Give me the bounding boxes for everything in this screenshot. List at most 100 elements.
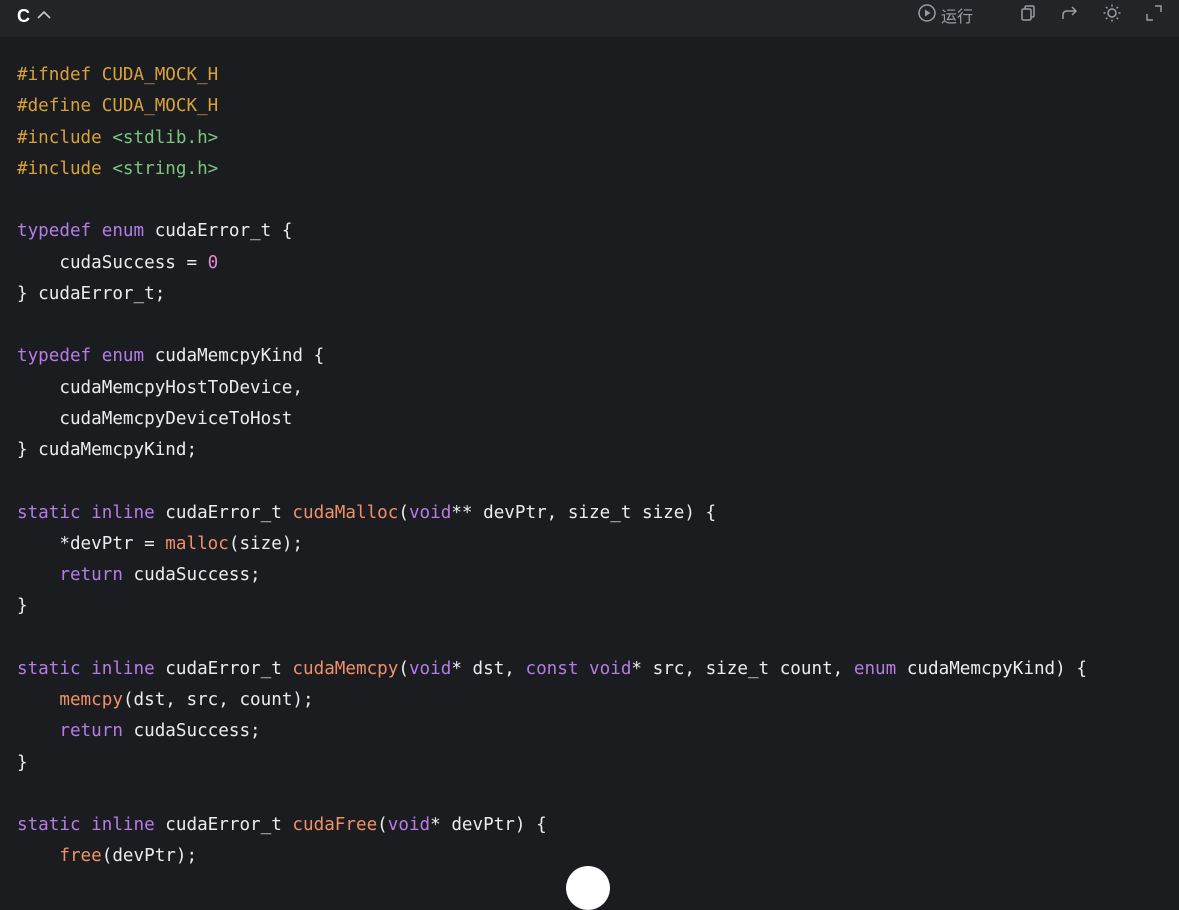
code-token: typedef <box>17 346 92 367</box>
code-line: #define CUDA_MOCK_H <box>17 91 1087 122</box>
code-content: #ifndef CUDA_MOCK_H #define CUDA_MOCK_H #i… <box>17 60 1087 873</box>
code-token: <stdlib.h> <box>112 127 219 148</box>
code-token: 0 <box>207 252 219 273</box>
code-token: *devPtr = <box>17 533 166 554</box>
code-line: } cudaMemcpyKind; <box>17 435 1087 466</box>
code-token: const <box>525 658 579 679</box>
code-token: return <box>59 565 123 585</box>
code-token: free <box>59 846 102 867</box>
code-token: cudaSuccess = <box>17 252 208 273</box>
language-label: C <box>17 6 30 26</box>
code-token: #ifndef <box>17 65 102 85</box>
chevron-up-icon[interactable] <box>35 7 53 21</box>
code-token: } <box>17 752 28 773</box>
code-line: static inline cudaError_t cudaFree(void*… <box>17 810 1087 841</box>
code-token: cudaFree <box>292 815 378 835</box>
code-token: cudaMemcpyKind) { <box>896 658 1087 679</box>
code-token: <string.h> <box>112 158 219 179</box>
code-token: malloc <box>165 533 229 554</box>
code-token: #include <box>17 127 113 148</box>
code-token: cudaMemcpyHostToDevice, <box>17 377 303 398</box>
code-token: cudaError_t <box>154 502 293 523</box>
code-line: } cudaError_t; <box>17 279 1087 310</box>
code-token: ( <box>398 658 409 679</box>
code-token: (size); <box>228 533 304 554</box>
code-block-header: C 运行 <box>0 0 1179 37</box>
code-token: } cudaError_t; <box>17 283 166 304</box>
code-token: return <box>59 721 123 742</box>
code-line: static inline cudaError_t cudaMalloc(voi… <box>17 498 1087 529</box>
code-token: cudaSuccess; <box>122 721 261 742</box>
copy-button[interactable] <box>1017 4 1039 26</box>
code-token: static <box>17 658 81 679</box>
code-token: cudaError_t <box>154 815 293 835</box>
code-token: typedef <box>17 221 92 242</box>
code-token: enum <box>101 221 145 242</box>
code-line: typedef enum cudaMemcpyKind { <box>17 341 1087 372</box>
code-token: void <box>408 502 452 523</box>
run-label: 运行 <box>940 7 973 26</box>
code-token: #define <box>17 96 102 117</box>
code-token: static <box>17 502 81 523</box>
code-token: enum <box>101 346 145 367</box>
code-token: cudaError_t { <box>144 221 293 242</box>
code-token: inline <box>91 815 155 835</box>
code-token: inline <box>91 502 155 523</box>
theme-toggle-button[interactable] <box>1101 4 1123 26</box>
code-line: return cudaSuccess; <box>17 716 1087 747</box>
code-line: return cudaSuccess; <box>17 560 1087 591</box>
code-line: #ifndef CUDA_MOCK_H <box>17 60 1087 91</box>
play-circle-icon <box>917 3 937 27</box>
code-token: inline <box>91 658 155 679</box>
code-line: cudaMemcpyDeviceToHost <box>17 404 1087 435</box>
code-line: free(devPtr); <box>17 841 1087 872</box>
code-token: void <box>408 658 452 679</box>
code-line: static inline cudaError_t cudaMemcpy(voi… <box>17 654 1087 685</box>
code-token: static <box>17 815 81 835</box>
code-line: cudaMemcpyHostToDevice, <box>17 373 1087 404</box>
code-token: * dst, <box>451 658 526 679</box>
code-token: cudaMemcpyKind { <box>144 346 325 367</box>
code-line: #include <string.h> <box>17 154 1087 185</box>
code-token: cudaSuccess; <box>122 565 261 585</box>
code-line: *devPtr = malloc(size); <box>17 529 1087 560</box>
code-line: cudaSuccess = 0 <box>17 248 1087 279</box>
share-arrow-icon <box>1060 3 1080 27</box>
copy-icon <box>1018 3 1038 27</box>
code-token: void <box>387 815 431 835</box>
code-token: memcpy <box>59 690 123 710</box>
code-token: CUDA_MOCK_H <box>101 96 219 117</box>
code-toolbar: 运行 <box>913 4 1165 26</box>
code-token: (dst, src, count); <box>122 690 314 710</box>
code-token: (devPtr); <box>101 846 198 867</box>
code-token: ** devPtr, size_t size) { <box>451 502 717 523</box>
code-line: typedef enum cudaError_t { <box>17 216 1087 247</box>
code-token: cudaMemcpyDeviceToHost <box>17 408 293 429</box>
code-token: } <box>17 596 28 617</box>
code-token: CUDA_MOCK_H <box>101 65 219 85</box>
code-line: #include <stdlib.h> <box>17 123 1087 154</box>
code-token: void <box>589 658 632 679</box>
code-token: ( <box>398 502 409 523</box>
expand-icon <box>1144 3 1164 27</box>
code-token: enum <box>853 658 897 679</box>
share-button[interactable] <box>1059 4 1081 26</box>
code-line: } <box>17 591 1087 622</box>
run-button[interactable]: 运行 <box>913 4 977 26</box>
expand-button[interactable] <box>1143 4 1165 26</box>
code-token: #include <box>17 158 113 179</box>
